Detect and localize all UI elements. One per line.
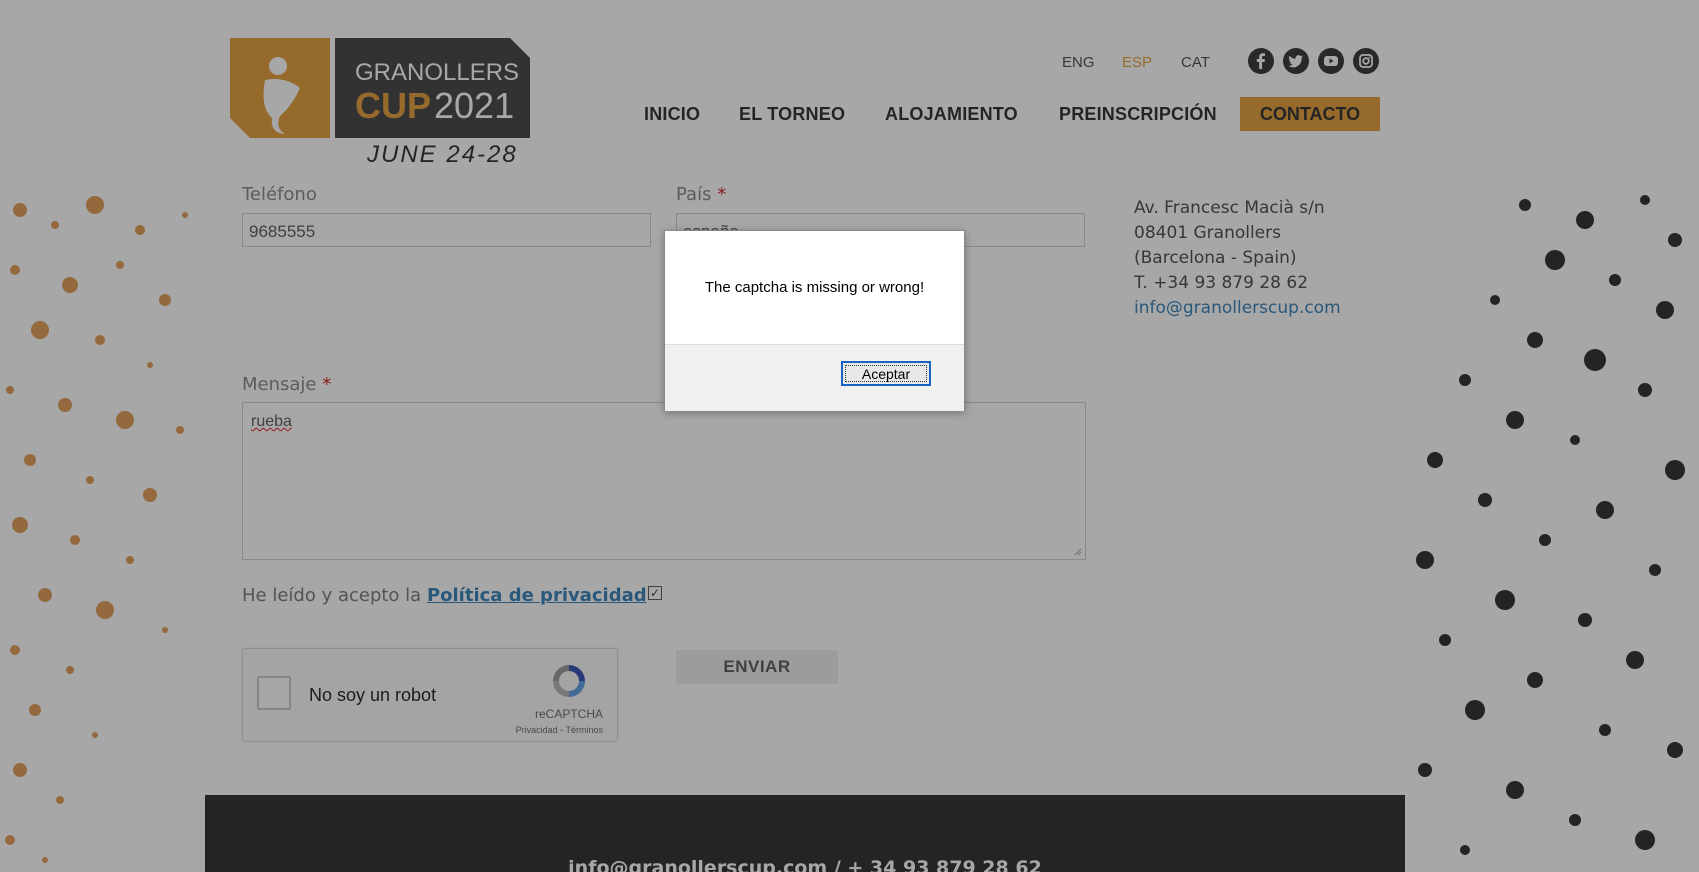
- modal-overlay: [0, 0, 1699, 872]
- alert-dialog: The captcha is missing or wrong! Aceptar: [664, 230, 965, 411]
- page: GRANOLLERS CUP 2021 JUNE 24-28 ENG ESP C…: [0, 0, 1699, 872]
- alert-message: The captcha is missing or wrong!: [704, 279, 925, 296]
- alert-footer: Aceptar: [665, 344, 964, 411]
- accept-button[interactable]: Aceptar: [841, 361, 931, 386]
